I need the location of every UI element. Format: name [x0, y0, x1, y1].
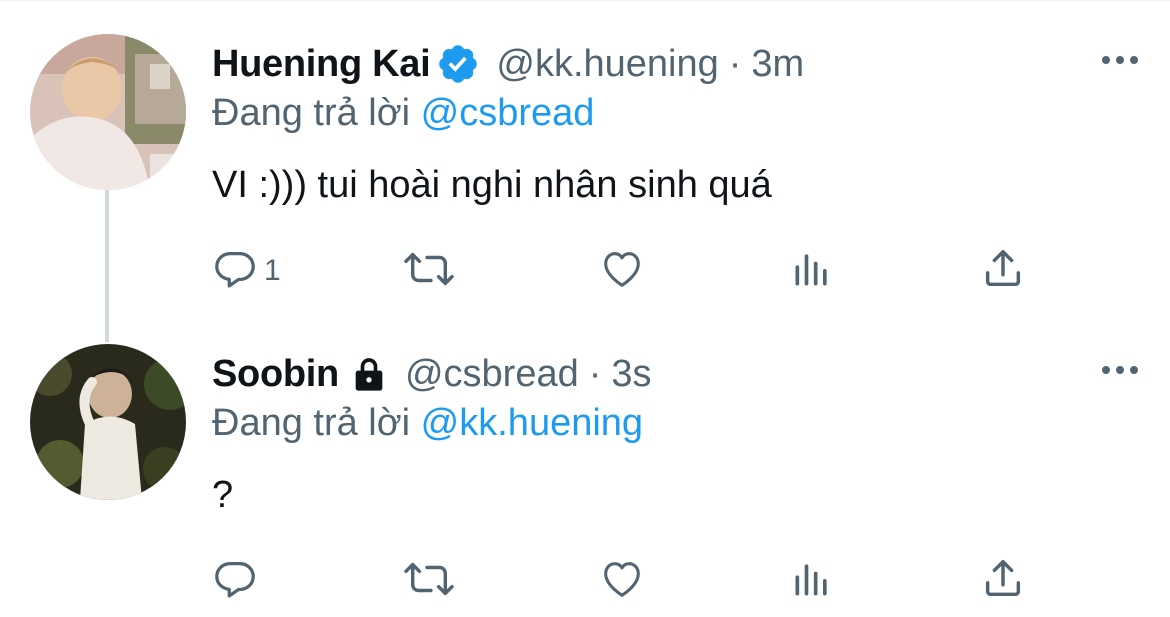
display-name[interactable]: Soobin	[212, 353, 339, 396]
top-divider	[0, 0, 1170, 9]
lock-icon	[349, 354, 389, 394]
share-icon	[980, 246, 1026, 297]
replying-mention[interactable]: @kk.huening	[421, 402, 643, 444]
tweet-actions	[212, 556, 1142, 606]
views-button[interactable]	[790, 556, 834, 606]
handle[interactable]: @csbread	[405, 353, 579, 396]
avatar-huening-kai[interactable]	[30, 34, 186, 190]
separator-dot: ·	[728, 42, 742, 85]
retweet-button[interactable]	[400, 246, 458, 296]
retweet-icon	[400, 556, 458, 607]
replying-to: Đang trả lời @csbread	[212, 92, 1142, 144]
share-button[interactable]	[980, 246, 1026, 296]
separator-dot: ·	[588, 352, 602, 395]
tweet-2[interactable]: Soobin @csbread · 3s Đang trả lời @kk.hu…	[212, 348, 1142, 597]
views-icon	[790, 246, 834, 297]
replying-mention[interactable]: @csbread	[421, 92, 595, 134]
tweet-1[interactable]: Huening Kai @kk.huening · 3m Đang trả lờ…	[212, 38, 1142, 287]
more-icon[interactable]	[1098, 360, 1142, 380]
like-icon	[598, 246, 646, 297]
tweet-header: Soobin @csbread · 3s	[212, 348, 1142, 400]
retweet-icon	[400, 246, 458, 297]
reply-count: 1	[264, 254, 281, 287]
like-button[interactable]	[598, 246, 646, 296]
retweet-button[interactable]	[400, 556, 458, 606]
display-name[interactable]: Huening Kai	[212, 43, 431, 86]
reply-button[interactable]	[212, 556, 264, 606]
reply-button[interactable]: 1	[212, 246, 281, 296]
tweet-text: VI :))) tui hoài nghi nhân sinh quá	[212, 164, 772, 206]
views-icon	[790, 556, 834, 607]
like-button[interactable]	[598, 556, 646, 606]
reply-icon	[212, 556, 258, 607]
timestamp[interactable]: 3s	[611, 353, 651, 396]
replying-prefix: Đang trả lời	[212, 402, 411, 444]
verified-badge-icon	[436, 42, 480, 86]
thread-connector-line	[105, 190, 109, 342]
tweet-text: ?	[212, 474, 234, 516]
share-icon	[980, 556, 1026, 607]
handle[interactable]: @kk.huening	[496, 43, 718, 86]
reply-icon	[212, 246, 258, 297]
share-button[interactable]	[980, 556, 1026, 606]
more-icon[interactable]	[1098, 50, 1142, 70]
replying-to: Đang trả lời @kk.huening	[212, 402, 1142, 454]
replying-prefix: Đang trả lời	[212, 92, 411, 134]
timestamp[interactable]: 3m	[751, 43, 804, 86]
tweet-header: Huening Kai @kk.huening · 3m	[212, 38, 1142, 90]
tweet-actions: 1	[212, 246, 1142, 296]
views-button[interactable]	[790, 246, 834, 296]
avatar-soobin[interactable]	[30, 344, 186, 500]
tweet-thread: Huening Kai @kk.huening · 3m Đang trả lờ…	[0, 0, 1170, 617]
like-icon	[598, 556, 646, 607]
